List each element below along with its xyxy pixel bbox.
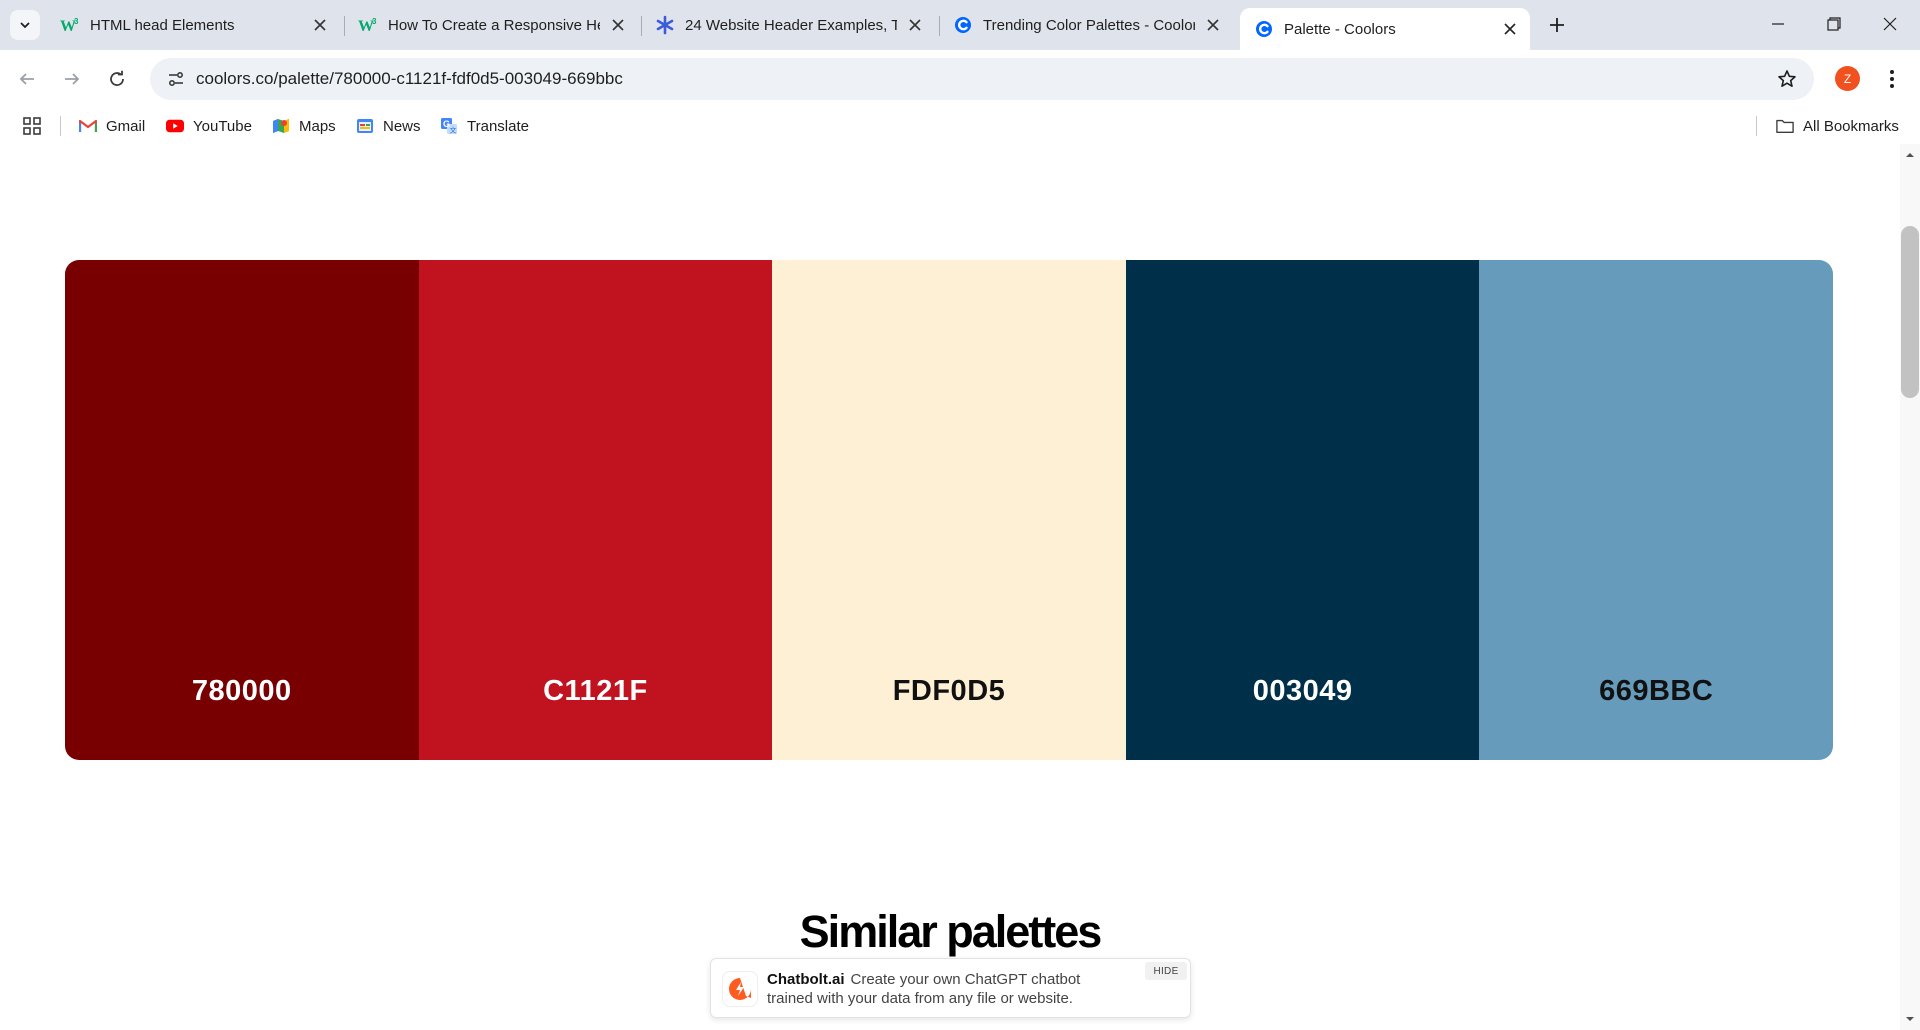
browser-toolbar: coolors.co/palette/780000-c1121f-fdf0d5-… (0, 50, 1920, 108)
close-icon[interactable] (905, 15, 925, 35)
color-swatch[interactable]: C1121F (418, 260, 773, 760)
restore-button[interactable] (1806, 0, 1862, 48)
plus-icon (1550, 18, 1564, 32)
palette-strip: 780000 C1121F FDF0D5 003049 669BBC (65, 260, 1833, 760)
bookmark-label: Gmail (106, 117, 146, 135)
chevron-down-icon (20, 22, 30, 29)
close-icon[interactable] (1203, 15, 1223, 35)
page-scrollbar[interactable] (1900, 144, 1920, 1030)
scroll-down-arrow-icon[interactable] (1900, 1008, 1920, 1030)
ad-text: Chatbolt.ai Create your own ChatGPT chatb… (767, 970, 1127, 1008)
close-icon[interactable] (608, 15, 628, 35)
w3schools-icon: W3 (60, 15, 80, 35)
coolors-icon (1254, 19, 1274, 39)
tab-title: How To Create a Responsive Header (388, 16, 600, 34)
scroll-up-arrow-icon[interactable] (1900, 144, 1920, 166)
translate-icon: G文 (440, 117, 458, 135)
arrow-right-icon (65, 73, 80, 85)
tab-html-head-elements[interactable]: W3 HTML head Elements (46, 9, 340, 41)
bookmarks-separator (1756, 116, 1757, 136)
color-swatch[interactable]: FDF0D5 (772, 260, 1126, 760)
reload-button[interactable] (100, 62, 134, 96)
browser-menu-button[interactable] (1878, 64, 1906, 94)
gmail-icon (79, 117, 97, 135)
bookmark-translate[interactable]: G文 Translate (440, 114, 529, 138)
tab-website-header-examples[interactable]: 24 Website Header Examples, Tips (641, 9, 935, 41)
coolors-icon (953, 15, 973, 35)
chatbolt-ad-banner[interactable]: Chatbolt.ai Create your own ChatGPT chatb… (710, 958, 1191, 1018)
svg-text:3: 3 (74, 17, 79, 26)
bookmark-label: Maps (299, 117, 336, 135)
forward-button[interactable] (55, 62, 89, 96)
chatbolt-logo-icon (722, 971, 758, 1007)
bookmark-label: YouTube (193, 117, 252, 135)
bookmark-gmail[interactable]: Gmail (79, 114, 145, 138)
bookmarks-separator (60, 116, 61, 136)
tab-search-button[interactable] (10, 10, 40, 40)
bookmark-maps[interactable]: Maps (272, 114, 336, 138)
svg-text:文: 文 (450, 126, 457, 135)
minimize-icon (1772, 23, 1784, 25)
tab-title: Trending Color Palettes - Coolors (983, 16, 1195, 34)
close-window-button[interactable] (1862, 0, 1918, 48)
swatch-hex[interactable]: 780000 (65, 675, 419, 708)
w3schools-icon: W3 (358, 15, 378, 35)
bookmarks-bar: Gmail YouTube Maps News G文 Translate All… (0, 108, 1920, 144)
arrow-left-icon (19, 73, 34, 85)
bookmark-star-icon[interactable] (1772, 64, 1802, 94)
swatch-hex[interactable]: FDF0D5 (772, 675, 1126, 708)
color-swatch[interactable]: 003049 (1125, 260, 1480, 760)
bookmark-youtube[interactable]: YouTube (166, 114, 252, 138)
folder-icon (1776, 117, 1794, 135)
close-icon[interactable] (1500, 19, 1520, 39)
svg-text:3: 3 (372, 17, 377, 26)
close-icon[interactable] (310, 15, 330, 35)
new-tab-button[interactable] (1543, 11, 1571, 39)
all-bookmarks-button[interactable]: All Bookmarks (1776, 114, 1899, 138)
all-bookmarks-label: All Bookmarks (1803, 117, 1899, 135)
close-icon (1883, 17, 1897, 31)
profile-avatar[interactable]: Z (1835, 66, 1860, 91)
tab-title: 24 Website Header Examples, Tips (685, 16, 897, 34)
swatch-hex[interactable]: 003049 (1126, 675, 1480, 708)
tab-palette-coolors[interactable]: Palette - Coolors (1240, 8, 1530, 50)
reload-icon (110, 70, 124, 86)
similar-palettes-heading: Similar palettes (799, 906, 1103, 957)
site-info-icon[interactable] (160, 63, 192, 95)
back-button[interactable] (10, 62, 44, 96)
ad-hide-button[interactable]: HIDE (1145, 962, 1187, 980)
address-bar[interactable]: coolors.co/palette/780000-c1121f-fdf0d5-… (150, 58, 1814, 100)
bookmark-news[interactable]: News (356, 114, 421, 138)
page-content: 780000 C1121F FDF0D5 003049 669BBC Simil… (0, 144, 1900, 1030)
tab-title: Palette - Coolors (1284, 20, 1396, 38)
asterisk-icon (655, 15, 675, 35)
color-swatch[interactable]: 780000 (65, 260, 419, 760)
bookmark-label: Translate (467, 117, 529, 135)
more-vert-icon (1890, 70, 1894, 88)
url-text[interactable]: coolors.co/palette/780000-c1121f-fdf0d5-… (196, 69, 623, 89)
maps-icon (272, 117, 290, 135)
ad-brand: Chatbolt.ai (767, 971, 845, 988)
swatch-hex[interactable]: 669BBC (1479, 675, 1833, 708)
tab-trending-palettes[interactable]: Trending Color Palettes - Coolors (939, 9, 1233, 41)
apps-grid-icon[interactable] (22, 116, 42, 136)
bookmark-label: News (383, 117, 421, 135)
scroll-thumb[interactable] (1901, 226, 1919, 398)
restore-icon (1827, 17, 1841, 31)
tab-responsive-header[interactable]: W3 How To Create a Responsive Header (344, 9, 638, 41)
tab-strip: W3 HTML head Elements W3 How To Create a… (0, 0, 1920, 50)
youtube-icon (166, 117, 184, 135)
news-icon (356, 117, 374, 135)
tab-title: HTML head Elements (90, 16, 235, 34)
color-swatch[interactable]: 669BBC (1479, 260, 1833, 760)
swatch-hex[interactable]: C1121F (419, 675, 773, 708)
minimize-button[interactable] (1750, 0, 1806, 48)
